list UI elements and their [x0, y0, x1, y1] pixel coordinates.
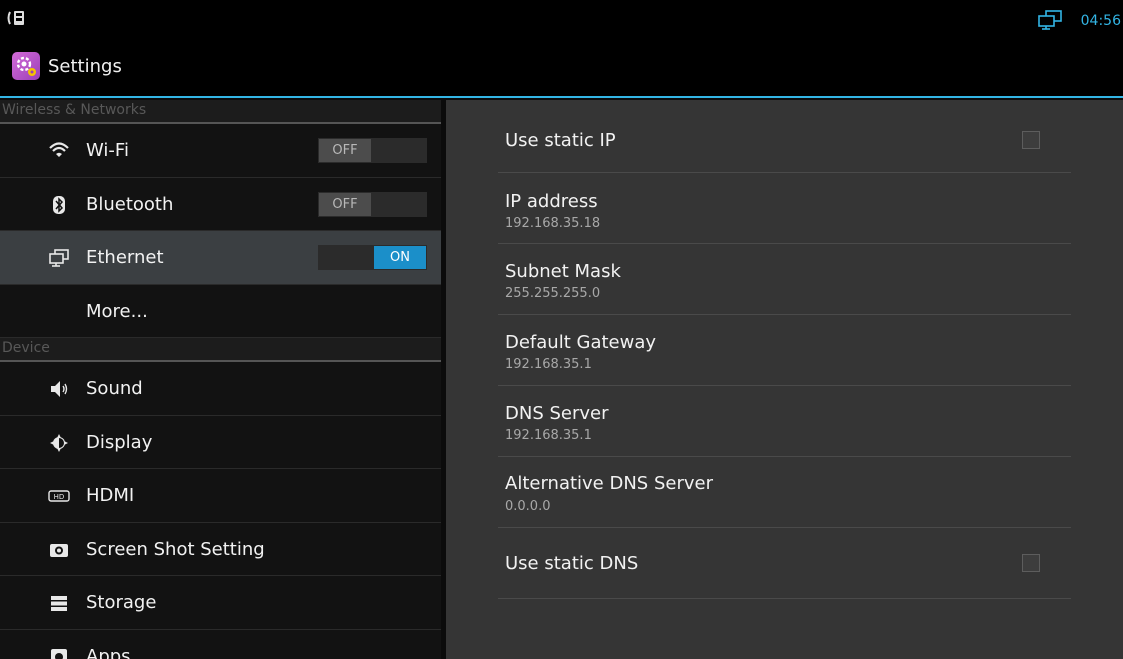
sidebar-item-sound[interactable]: Sound: [0, 362, 441, 416]
bluetooth-toggle[interactable]: OFF: [318, 191, 427, 217]
sidebar-item-label: More...: [86, 300, 148, 322]
sidebar-item-hdmi[interactable]: HD HDMI: [0, 469, 441, 523]
settings-app-icon[interactable]: [12, 52, 40, 80]
page-title: Settings: [48, 56, 122, 77]
usb-debug-icon: [7, 11, 24, 25]
alt-dns-server-label: Alternative DNS Server: [505, 473, 713, 494]
subnet-mask-label: Subnet Mask: [505, 261, 621, 282]
sidebar-item-label: Ethernet: [86, 247, 164, 268]
alt-dns-server-value: 0.0.0.0: [505, 499, 551, 514]
ethernet-toggle[interactable]: ON: [318, 245, 427, 270]
use-static-ip-row[interactable]: Use static IP: [498, 100, 1071, 173]
use-static-ip-label: Use static IP: [505, 130, 616, 151]
subnet-mask-value: 255.255.255.0: [505, 286, 601, 301]
wifi-toggle[interactable]: OFF: [318, 138, 427, 163]
toggle-state: ON: [374, 246, 426, 269]
sidebar-item-bluetooth[interactable]: Bluetooth OFF: [0, 178, 441, 231]
status-bar: 04:56: [0, 0, 1123, 38]
sidebar-item-label: Storage: [86, 592, 157, 613]
use-static-dns-checkbox[interactable]: [1022, 554, 1040, 572]
section-header-wireless: Wireless & Networks: [0, 100, 441, 124]
subnet-mask-row[interactable]: Subnet Mask 255.255.255.0: [498, 244, 1071, 315]
sidebar-item-label: HDMI: [86, 485, 135, 506]
sidebar-item-label: Apps: [86, 645, 131, 659]
sidebar-item-label: Wi-Fi: [86, 140, 129, 161]
dns-server-value: 192.168.35.1: [505, 428, 592, 443]
use-static-dns-label: Use static DNS: [505, 553, 639, 574]
ethernet-status-icon: [1038, 10, 1062, 30]
toggle-state: OFF: [319, 139, 371, 162]
default-gateway-label: Default Gateway: [505, 332, 657, 353]
ethernet-icon: [49, 249, 69, 267]
hdmi-icon: HD: [48, 490, 70, 502]
use-static-dns-row[interactable]: Use static DNS: [498, 528, 1071, 599]
dns-server-label: DNS Server: [505, 403, 609, 424]
use-static-ip-checkbox[interactable]: [1022, 131, 1040, 149]
sidebar-item-screenshot[interactable]: Screen Shot Setting: [0, 523, 441, 576]
sidebar-item-label: Screen Shot Setting: [86, 538, 265, 560]
status-time: 04:56: [1080, 13, 1121, 29]
ip-address-value: 192.168.35.18: [505, 216, 601, 231]
section-header-device: Device: [0, 338, 441, 362]
sound-icon: [51, 381, 68, 397]
dns-server-row[interactable]: DNS Server 192.168.35.1: [498, 386, 1071, 457]
bluetooth-icon: [53, 195, 65, 214]
sidebar-item-label: Display: [86, 431, 153, 453]
ip-address-row[interactable]: IP address 192.168.35.18: [498, 173, 1071, 244]
apps-icon: [51, 648, 67, 659]
sidebar-item-apps[interactable]: Apps: [0, 630, 441, 659]
default-gateway-row[interactable]: Default Gateway 192.168.35.1: [498, 315, 1071, 386]
ethernet-settings-panel: Use static IP IP address 192.168.35.18 S…: [446, 100, 1123, 659]
sidebar-item-display[interactable]: Display: [0, 416, 441, 469]
storage-icon: [51, 596, 67, 611]
sidebar-item-ethernet[interactable]: Ethernet ON: [0, 231, 441, 285]
settings-category-list[interactable]: Wireless & Networks Wi-Fi OFF Bluetooth …: [0, 100, 441, 659]
sidebar-item-more[interactable]: More...: [0, 285, 441, 338]
sidebar-item-wifi[interactable]: Wi-Fi OFF: [0, 124, 441, 178]
camera-icon: [50, 543, 68, 557]
action-bar: Settings: [0, 38, 1123, 98]
ip-address-label: IP address: [505, 191, 598, 212]
alt-dns-server-row[interactable]: Alternative DNS Server 0.0.0.0: [498, 457, 1071, 528]
sidebar-item-label: Sound: [86, 378, 143, 399]
display-icon: [50, 433, 68, 452]
svg-text:HD: HD: [54, 493, 65, 501]
wifi-icon: [49, 142, 69, 157]
toggle-state: OFF: [319, 192, 371, 216]
sidebar-item-label: Bluetooth: [86, 193, 174, 215]
sidebar-item-storage[interactable]: Storage: [0, 576, 441, 630]
default-gateway-value: 192.168.35.1: [505, 357, 592, 372]
